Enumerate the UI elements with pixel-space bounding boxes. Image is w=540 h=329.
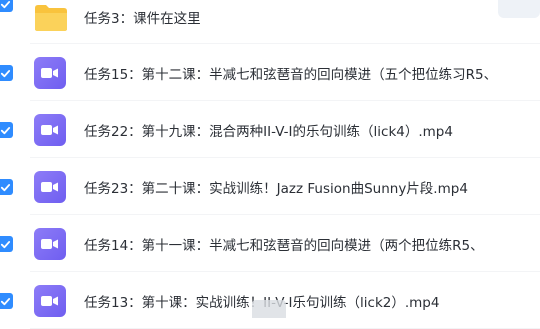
file-list: 任务3：课件在这里 任务15：第十二课：半减七和弦琶音的回向模进（五个把位练习R… xyxy=(0,0,540,329)
checkbox-checked[interactable] xyxy=(0,236,13,252)
video-file-icon xyxy=(34,114,66,146)
file-row[interactable]: 任务23：第二十课：实战训练！Jazz Fusion曲Sunny片段.mp4 xyxy=(0,159,540,215)
checkbox-checked[interactable] xyxy=(0,293,13,309)
file-name: 任务23：第二十课：实战训练！Jazz Fusion曲Sunny片段.mp4 xyxy=(84,181,468,197)
file-row[interactable]: 任务14：第十一课：半减七和弦琶音的回向模进（两个把位练R5、 xyxy=(0,216,540,272)
file-name: 任务15：第十二课：半减七和弦琶音的回向模进（五个把位练习R5、 xyxy=(84,67,498,83)
folder-icon xyxy=(35,5,67,31)
checkmark-icon xyxy=(0,297,10,305)
checkbox-checked[interactable] xyxy=(0,179,13,195)
checkmark-icon xyxy=(0,183,10,191)
video-file-icon xyxy=(34,228,66,260)
video-file-icon xyxy=(34,285,66,317)
file-row[interactable]: 任务22：第十九课：混合两种II-V-I的乐句训练（lick4）.mp4 xyxy=(0,102,540,158)
file-name: 任务22：第十九课：混合两种II-V-I的乐句训练（lick4）.mp4 xyxy=(84,124,453,140)
checkbox-checked[interactable] xyxy=(0,65,13,81)
checkmark-icon xyxy=(0,69,10,77)
checkbox-checked[interactable] xyxy=(0,122,13,138)
file-row[interactable]: 任务15：第十二课：半减七和弦琶音的回向模进（五个把位练习R5、 xyxy=(0,45,540,101)
video-file-icon xyxy=(34,171,66,203)
video-file-icon xyxy=(34,57,66,89)
checkmark-icon xyxy=(0,126,10,134)
scroll-handle[interactable] xyxy=(252,300,286,318)
file-name: 任务3：课件在这里 xyxy=(84,11,201,27)
file-row[interactable]: 任务3：课件在这里 xyxy=(0,0,540,44)
checkmark-icon xyxy=(0,0,10,8)
checkmark-icon xyxy=(0,240,10,248)
file-name: 任务14：第十一课：半减七和弦琶音的回向模进（两个把位练R5、 xyxy=(84,238,484,254)
checkbox-checked[interactable] xyxy=(0,0,13,12)
